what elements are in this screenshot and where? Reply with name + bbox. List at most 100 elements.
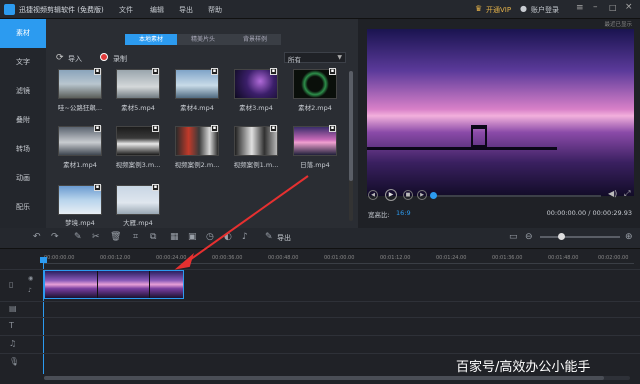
- menu-file[interactable]: 文件: [119, 5, 133, 15]
- media-label: 素材5.mp4: [121, 104, 155, 112]
- maximize-icon[interactable]: □: [609, 3, 617, 12]
- media-label: 日落.mp4: [300, 161, 330, 169]
- stop-icon[interactable]: ■: [403, 190, 413, 200]
- vip-button[interactable]: 开通VIP: [486, 5, 511, 15]
- thumb-select-icon[interactable]: ▪: [152, 184, 159, 191]
- vip-crown-icon: ♛: [475, 4, 483, 13]
- ruler-line: [44, 263, 634, 264]
- filter-select-value: 所有: [288, 56, 301, 64]
- ruler-tick: 00:01:00.00: [324, 255, 355, 261]
- thumb-select-icon[interactable]: ▪: [211, 68, 218, 75]
- chevron-down-icon: ▼: [337, 54, 342, 61]
- speed-icon[interactable]: ⧉: [150, 232, 156, 242]
- undo-icon[interactable]: ↶: [33, 232, 41, 242]
- play-icon[interactable]: ▶: [385, 189, 397, 201]
- app-logo-icon: [4, 4, 15, 15]
- thumb-select-icon[interactable]: ▪: [94, 184, 101, 191]
- sidebar-item-filter[interactable]: 滤镜: [0, 77, 46, 106]
- filter-select[interactable]: 所有 ▼: [284, 52, 346, 64]
- pier: [367, 147, 557, 150]
- thumb-select-icon[interactable]: ▪: [329, 125, 336, 132]
- ruler-tick: 00:01:24.00: [436, 255, 467, 261]
- import-button[interactable]: 导入: [68, 54, 82, 64]
- media-label: 梦境.mp4: [65, 219, 95, 227]
- media-label: 视频案例1.m...: [233, 161, 279, 169]
- thumb-select-icon[interactable]: ▪: [211, 125, 218, 132]
- title-bar: 迅捷视频剪辑软件 (免费版) 文件 编辑 导出 帮助 ♛ 开通VIP ● 账户登…: [0, 0, 640, 19]
- music-track-icon: ♫: [9, 339, 17, 348]
- media-label: 素材1.mp4: [63, 161, 97, 169]
- media-label: 大雁.mp4: [123, 219, 153, 227]
- menu-export[interactable]: 导出: [179, 5, 193, 15]
- media-label: 视频案例3.m...: [115, 161, 161, 169]
- aspect-ratio-value[interactable]: 16:9: [396, 209, 411, 217]
- import-icon[interactable]: ⟳: [56, 53, 64, 63]
- sidebar-item-animation[interactable]: 动画: [0, 164, 46, 193]
- track-mute-icon[interactable]: ♪: [28, 287, 32, 294]
- menu-icon[interactable]: ≡: [576, 3, 584, 13]
- thumb-select-icon[interactable]: ▪: [94, 68, 101, 75]
- music-track: [0, 335, 640, 353]
- sidebar-item-transition[interactable]: 转场: [0, 135, 46, 164]
- volume-icon[interactable]: ◀): [608, 189, 617, 198]
- ruler-tick: 00:01:12.00: [380, 255, 411, 261]
- thumb-select-icon[interactable]: ▪: [152, 68, 159, 75]
- thumb-select-icon[interactable]: ▪: [270, 125, 277, 132]
- aspect-ratio-label: 宽高比:: [368, 211, 390, 219]
- record-button[interactable]: 录制: [113, 54, 127, 64]
- tab-background-samples[interactable]: 背景样例: [229, 34, 281, 45]
- zoom-slider-handle[interactable]: [558, 233, 565, 240]
- crop-icon[interactable]: ⌗: [133, 232, 138, 242]
- thumb-select-icon[interactable]: ▪: [94, 125, 101, 132]
- playhead-handle[interactable]: [40, 257, 47, 263]
- delete-icon[interactable]: 🗑: [110, 232, 121, 242]
- preview-progress-handle[interactable]: [430, 192, 437, 199]
- sidebar-item-material[interactable]: 素材: [0, 19, 46, 48]
- hut: [471, 125, 487, 147]
- zoom-out-icon[interactable]: ⊖: [525, 232, 533, 242]
- fullscreen-icon[interactable]: ⤢: [624, 189, 630, 199]
- next-frame-icon[interactable]: ▶: [417, 190, 427, 200]
- video-clip[interactable]: [44, 270, 184, 299]
- thumb-select-icon[interactable]: ▪: [329, 68, 336, 75]
- text-track-icon: T: [9, 321, 14, 330]
- annotation-arrow: [174, 175, 309, 270]
- category-sidebar: 素材 文字 滤镜 叠附 转场 动画 配乐: [0, 19, 46, 228]
- track-visibility-icon[interactable]: ◉: [28, 275, 33, 282]
- record-icon[interactable]: [100, 53, 108, 61]
- login-button[interactable]: 账户登录: [531, 5, 559, 15]
- split-icon[interactable]: ✂: [92, 232, 100, 242]
- close-icon[interactable]: ×: [625, 2, 633, 12]
- redo-icon[interactable]: ↷: [51, 232, 59, 242]
- sidebar-item-overlay[interactable]: 叠附: [0, 106, 46, 135]
- media-label: 哇~公路狂飙...: [57, 104, 103, 112]
- preview-video: [367, 29, 634, 196]
- minimize-icon[interactable]: –: [593, 2, 598, 12]
- video-track-icon: ▯: [9, 280, 14, 289]
- menu-help[interactable]: 帮助: [208, 5, 222, 15]
- preview-panel: 最近已显示 ◀ ▶ ■ ▶ ◀) ⤢ 宽高比: 16:9 00:00:00.00…: [358, 19, 640, 228]
- timeline-scrollbar[interactable]: [44, 376, 630, 380]
- prev-frame-icon[interactable]: ◀: [368, 190, 378, 200]
- sidebar-item-text[interactable]: 文字: [0, 48, 46, 77]
- overlay-track-icon: ▤: [9, 304, 17, 313]
- time-display: 00:00:00.00 / 00:00:29.93: [546, 209, 632, 217]
- thumb-select-icon[interactable]: ▪: [270, 68, 277, 75]
- media-scrollbar[interactable]: [349, 71, 353, 221]
- ruler-tick: 00:02:00.00: [598, 255, 629, 261]
- annotation-arrow-line: [183, 175, 309, 265]
- fit-icon[interactable]: ▭: [509, 232, 518, 242]
- clip-frame-divider: [97, 271, 98, 298]
- menu-edit[interactable]: 编辑: [150, 5, 164, 15]
- sidebar-item-music[interactable]: 配乐: [0, 193, 46, 222]
- thumb-select-icon[interactable]: ▪: [152, 125, 159, 132]
- user-icon: ●: [520, 4, 527, 13]
- tab-intro-clips[interactable]: 精美片头: [177, 34, 229, 45]
- annotation-arrow-head: [174, 253, 194, 270]
- overlay-track: [0, 301, 640, 317]
- zoom-slider[interactable]: [540, 236, 620, 238]
- zoom-in-icon[interactable]: ⊕: [625, 232, 633, 242]
- tab-local-material[interactable]: 本地素材: [125, 34, 177, 45]
- edit-icon[interactable]: ✎: [74, 232, 82, 242]
- preview-progress-track[interactable]: [433, 195, 601, 197]
